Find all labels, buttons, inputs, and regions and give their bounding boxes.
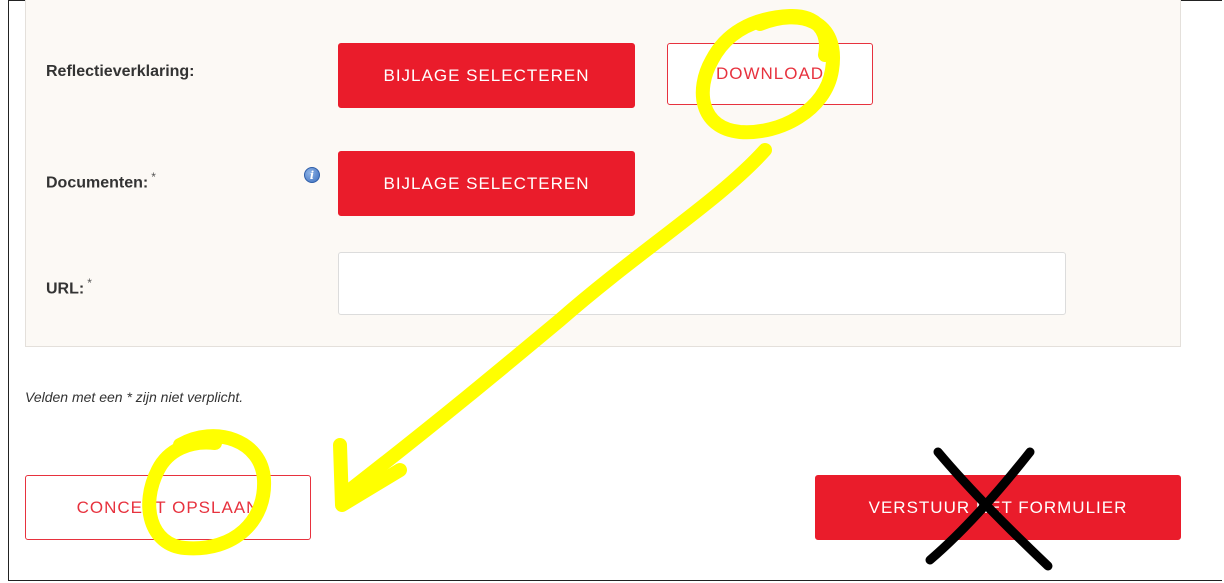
documenten-select-attachment-button[interactable]: BIJLAGE SELECTEREN — [338, 151, 635, 216]
required-mark: * — [87, 276, 92, 290]
documenten-label: Documenten: * — [46, 170, 156, 192]
download-button[interactable]: DOWNLOAD — [667, 43, 873, 105]
required-mark: * — [151, 170, 156, 184]
save-draft-button[interactable]: CONCEPT OPSLAAN — [25, 475, 311, 540]
reflectie-label-text: Reflectieverklaring: — [46, 63, 195, 80]
url-label: URL: * — [46, 276, 92, 298]
optional-fields-note: Velden met een * zijn niet verplicht. — [25, 389, 244, 405]
url-label-text: URL: — [46, 280, 85, 298]
documenten-label-text: Documenten: — [46, 174, 149, 192]
info-icon[interactable]: i — [304, 167, 320, 183]
submit-form-button[interactable]: VERSTUUR HET FORMULIER — [815, 475, 1181, 540]
reflectie-select-attachment-button[interactable]: BIJLAGE SELECTEREN — [338, 43, 635, 108]
reflectie-label: Reflectieverklaring: — [46, 63, 195, 81]
url-input[interactable] — [338, 252, 1066, 315]
